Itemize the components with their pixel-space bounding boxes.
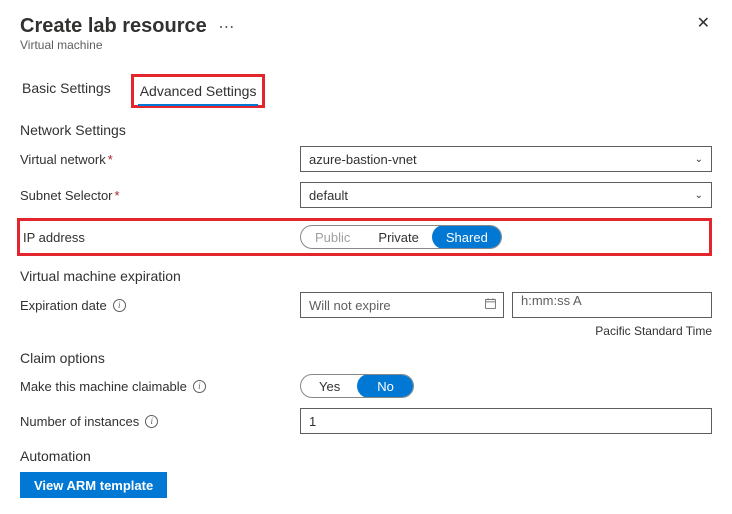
required-marker: * [108,152,113,167]
chevron-down-icon: ⌄ [695,154,703,165]
input-expiration-time[interactable]: h:mm:ss A [512,292,712,318]
claimable-option-no[interactable]: No [357,374,414,398]
highlight-ip-address: IP address Public Private Shared [17,218,712,256]
section-automation: Automation [20,448,712,464]
select-virtual-network[interactable]: azure-bastion-vnet ⌄ [300,146,712,172]
page-subtitle: Virtual machine [20,38,712,52]
select-virtual-network-value: azure-bastion-vnet [309,152,417,167]
label-expiration-date: Expiration date [20,298,107,313]
claimable-option-yes[interactable]: Yes [301,375,358,397]
select-subnet[interactable]: default ⌄ [300,182,712,208]
page-title: Create lab resource [20,15,207,37]
label-virtual-network: Virtual network [20,152,106,167]
toggle-claimable: Yes No [300,374,414,398]
highlight-advanced-tab: Advanced Settings [131,74,266,108]
input-instances[interactable] [300,408,712,434]
label-instances: Number of instances [20,414,139,429]
timezone-note: Pacific Standard Time [20,324,712,338]
info-icon[interactable]: i [113,299,126,312]
toggle-ip-address: Public Private Shared [300,225,502,249]
info-icon[interactable]: i [193,380,206,393]
chevron-down-icon: ⌄ [695,190,703,201]
info-icon[interactable]: i [145,415,158,428]
tab-bar: Basic Settings Advanced Settings [20,74,712,108]
select-subnet-value: default [309,188,348,203]
ip-option-private[interactable]: Private [364,226,432,248]
ip-option-public: Public [301,226,364,248]
more-icon[interactable]: ⋯ [218,19,235,36]
view-arm-template-button[interactable]: View ARM template [20,472,167,498]
label-claimable: Make this machine claimable [20,379,187,394]
ip-option-shared[interactable]: Shared [432,225,502,249]
calendar-icon [484,297,497,313]
required-marker: * [115,188,120,203]
tab-advanced-settings[interactable]: Advanced Settings [138,77,259,105]
section-claim: Claim options [20,350,712,366]
label-subnet: Subnet Selector [20,188,113,203]
label-ip-address: IP address [23,230,85,245]
input-expiration-date-placeholder: Will not expire [309,298,391,313]
close-icon[interactable]: ✕ [695,14,712,34]
tab-basic-settings[interactable]: Basic Settings [20,74,113,108]
section-expiration: Virtual machine expiration [20,268,712,284]
section-network: Network Settings [20,122,712,138]
input-expiration-date[interactable]: Will not expire [300,292,504,318]
